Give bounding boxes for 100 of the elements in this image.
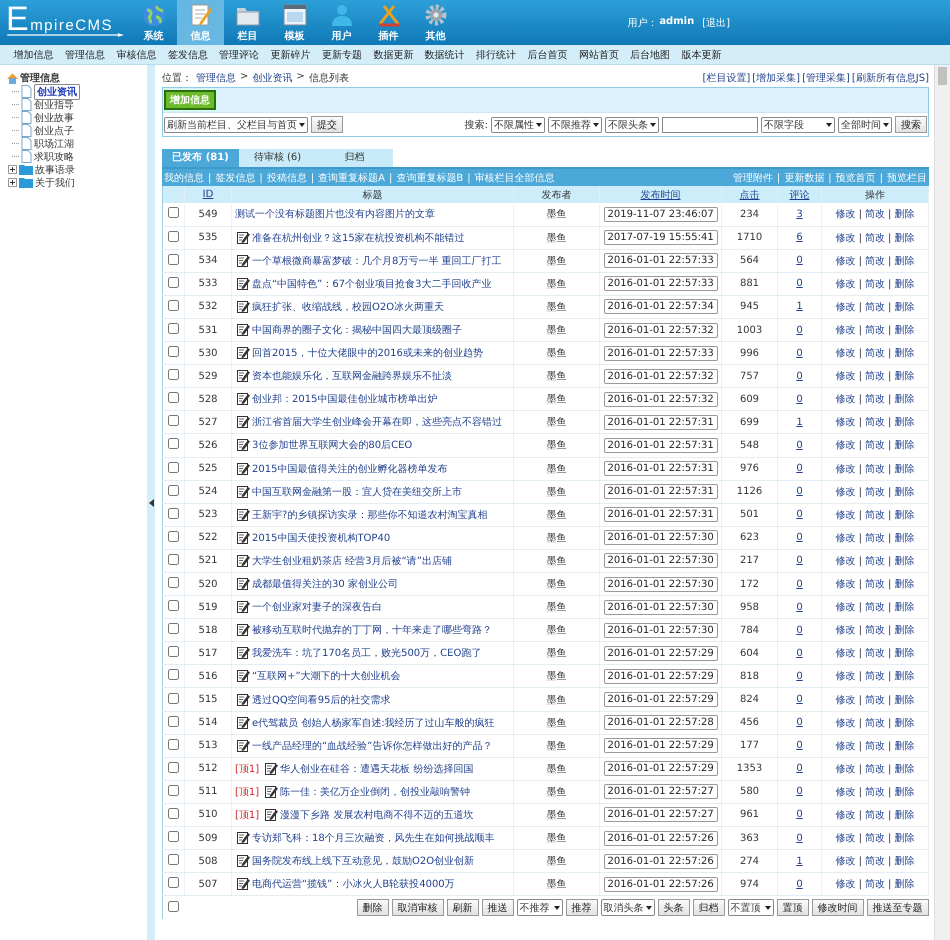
action-link[interactable]: 修改 xyxy=(836,764,856,775)
row-checkbox[interactable] xyxy=(168,484,179,496)
tree-item[interactable]: 创业指导 xyxy=(34,98,74,112)
action-link[interactable]: 简改 xyxy=(865,532,885,544)
comments-link[interactable]: 0 xyxy=(796,832,803,844)
row-checkbox[interactable] xyxy=(168,462,179,473)
tree-item[interactable]: 关于我们 xyxy=(35,176,75,190)
menu-item[interactable]: 网站首页 xyxy=(573,48,624,62)
action-link[interactable]: 删除 xyxy=(894,486,914,498)
row-checkbox[interactable] xyxy=(168,207,179,218)
menu-item[interactable]: 后台首页 xyxy=(522,48,574,62)
comments-link[interactable]: 0 xyxy=(796,717,803,728)
nav-tab[interactable]: 插件 xyxy=(365,0,412,45)
row-checkbox[interactable] xyxy=(168,346,179,358)
action-link[interactable]: 简改 xyxy=(865,625,885,636)
action-link[interactable]: 删除 xyxy=(894,510,914,521)
date-field[interactable]: 2016-01-01 22:57:30 xyxy=(604,530,718,546)
edit-note-icon[interactable] xyxy=(237,623,250,636)
title-link[interactable]: 测试一个没有标题图片也没有内容图片的文章 xyxy=(235,207,435,222)
row-checkbox[interactable] xyxy=(168,854,179,866)
title-link[interactable]: 漫漫下乡路 发展农村电商不得不迈的五道坎 xyxy=(280,808,474,822)
tree-root[interactable]: 管理信息 xyxy=(20,71,60,85)
edit-note-icon[interactable] xyxy=(237,877,250,890)
date-field[interactable]: 2016-01-01 22:57:27 xyxy=(604,784,718,800)
action-link[interactable]: 修改 xyxy=(836,579,856,590)
menu-item[interactable]: 管理信息 xyxy=(59,48,111,62)
comments-link[interactable]: 0 xyxy=(796,255,803,266)
date-field[interactable]: 2016-01-01 22:57:31 xyxy=(604,438,718,453)
action-button[interactable]: 推送至专题 xyxy=(866,899,928,916)
date-field[interactable]: 2016-01-01 22:57:31 xyxy=(604,484,718,500)
title-link[interactable]: 大学生创业租奶茶店 经营3月后被“请”出店铺 xyxy=(252,554,452,568)
action-link[interactable]: 简改 xyxy=(865,232,885,244)
action-link[interactable]: 简改 xyxy=(865,325,885,336)
action-link[interactable]: 修改 xyxy=(836,510,856,521)
action-button[interactable]: 归档 xyxy=(692,899,724,916)
scrollbar[interactable] xyxy=(934,65,950,940)
comments-link[interactable]: 1 xyxy=(796,856,803,867)
edit-note-icon[interactable] xyxy=(265,784,278,798)
comments-link[interactable]: 3 xyxy=(796,208,803,220)
menu-item[interactable]: 增加信息 xyxy=(8,48,60,62)
tree-item[interactable]: 职场江湖 xyxy=(34,136,74,150)
action-link[interactable]: 删除 xyxy=(894,671,914,682)
action-button[interactable]: 推送 xyxy=(482,899,514,916)
action-select[interactable]: 不置顶 xyxy=(728,899,774,916)
action-link[interactable]: 删除 xyxy=(894,556,914,567)
date-field[interactable]: 2016-01-01 22:57:31 xyxy=(604,507,718,522)
refresh-select[interactable]: 刷新当前栏目、父栏目与首页 xyxy=(164,116,308,132)
expand-icon[interactable] xyxy=(8,178,17,187)
comments-link[interactable]: 0 xyxy=(796,324,803,336)
comments-link[interactable]: 0 xyxy=(796,648,803,659)
action-link[interactable]: 简改 xyxy=(865,879,885,890)
row-checkbox[interactable] xyxy=(168,738,179,750)
action-link[interactable]: 修改 xyxy=(836,348,856,360)
action-link[interactable]: 删除 xyxy=(894,648,914,660)
filter-select[interactable]: 不限头条 xyxy=(605,116,659,132)
row-checkbox[interactable] xyxy=(168,230,179,242)
date-field[interactable]: 2016-01-01 22:57:26 xyxy=(604,830,718,846)
tree-item[interactable]: 创业点子 xyxy=(34,124,74,138)
edit-note-icon[interactable] xyxy=(237,462,250,475)
action-link[interactable]: 修改 xyxy=(836,464,856,475)
action-link[interactable]: 简改 xyxy=(865,464,885,475)
header-link[interactable]: [刷新所有信息JS] xyxy=(852,71,929,85)
breadcrumb-link[interactable]: 创业资讯 xyxy=(252,71,292,85)
header-cell[interactable]: 评论 xyxy=(778,186,822,203)
title-link[interactable]: 我爱洗车：坑了170名员工，败光500万，CEO跑了 xyxy=(252,646,482,660)
date-field[interactable]: 2016-01-01 22:57:29 xyxy=(604,692,718,708)
comments-link[interactable]: 0 xyxy=(796,463,803,474)
expand-icon[interactable] xyxy=(8,165,17,174)
row-checkbox[interactable] xyxy=(168,784,179,796)
action-link[interactable]: 简改 xyxy=(865,556,885,567)
action-link[interactable]: 修改 xyxy=(836,486,856,498)
action-link[interactable]: 删除 xyxy=(894,602,914,614)
menu-item[interactable]: 签发信息 xyxy=(162,48,214,62)
comments-link[interactable]: 0 xyxy=(796,440,803,451)
action-button[interactable]: 取消审核 xyxy=(392,899,444,916)
action-link[interactable]: 修改 xyxy=(836,810,856,821)
title-link[interactable]: 疯狂扩张、收缩战线，校园O2O冰火两重天 xyxy=(252,300,444,314)
menu-item[interactable]: 审核信息 xyxy=(110,48,162,62)
title-link[interactable]: 资本也能娱乐化，互联网金融跨界娱乐不扯淡 xyxy=(252,369,452,384)
action-link[interactable]: 修改 xyxy=(836,256,856,267)
edit-note-icon[interactable] xyxy=(237,323,250,336)
comments-link[interactable]: 0 xyxy=(796,740,803,752)
row-checkbox[interactable] xyxy=(168,438,179,450)
edit-note-icon[interactable] xyxy=(237,692,250,706)
select-all-checkbox[interactable] xyxy=(168,900,180,912)
action-link[interactable]: 修改 xyxy=(836,394,856,406)
header-cell[interactable]: 发布时间 xyxy=(600,186,722,203)
date-field[interactable]: 2019-11-07 23:46:07 xyxy=(604,206,718,222)
comments-link[interactable]: 0 xyxy=(796,278,803,290)
action-link[interactable]: 删除 xyxy=(894,302,914,313)
row-checkbox[interactable] xyxy=(168,300,179,311)
header-cell[interactable]: 点击 xyxy=(722,186,778,203)
action-link[interactable]: 简改 xyxy=(865,833,885,844)
action-link[interactable]: 修改 xyxy=(836,278,856,290)
search-button[interactable]: 搜索 xyxy=(895,116,927,133)
date-field[interactable]: 2016-01-01 22:57:30 xyxy=(604,576,718,592)
title-link[interactable]: 成都最值得关注的30 家创业公司 xyxy=(252,577,398,592)
nav-tab[interactable]: 系统 xyxy=(130,0,177,45)
action-link[interactable]: 修改 xyxy=(836,879,856,890)
date-field[interactable]: 2016-01-01 22:57:27 xyxy=(604,807,718,822)
